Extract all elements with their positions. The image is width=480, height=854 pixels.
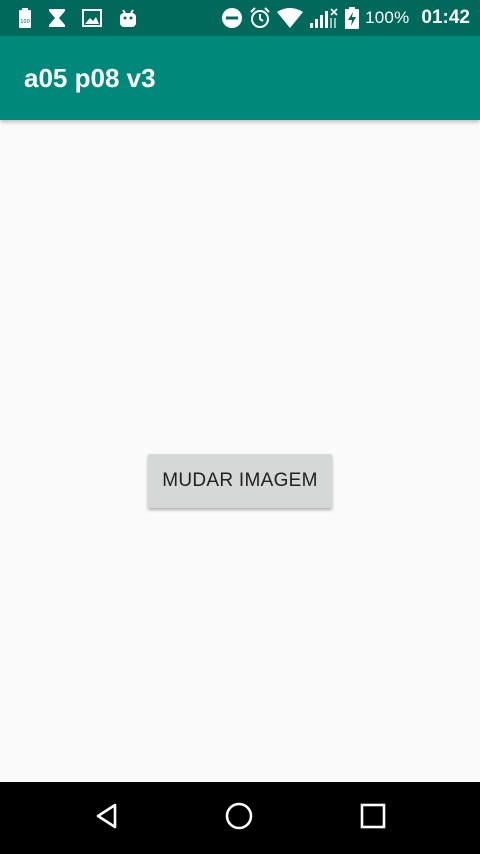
do-not-disturb-icon xyxy=(221,7,243,29)
back-button[interactable] xyxy=(62,782,152,854)
system-status-icons: 100% 01:42 xyxy=(221,0,470,36)
clock: 01:42 xyxy=(421,7,470,28)
battery-percent: 100% xyxy=(365,8,410,27)
wifi-icon xyxy=(277,8,304,28)
navigation-bar xyxy=(0,782,480,854)
home-button[interactable] xyxy=(194,782,284,854)
screen: 100 100% 01:42 a05 p08 v3 MUDAR IMAGEM xyxy=(0,0,480,854)
app-bar: a05 p08 v3 xyxy=(0,36,480,120)
android-icon xyxy=(118,8,138,28)
hourglass-icon xyxy=(48,8,66,28)
battery-100-notification-icon: 100 xyxy=(18,8,32,28)
notification-icons: 100 xyxy=(18,0,138,36)
app-title: a05 p08 v3 xyxy=(24,63,156,93)
change-image-button[interactable]: MUDAR IMAGEM xyxy=(148,454,332,508)
alarm-icon xyxy=(249,7,271,29)
recents-icon xyxy=(360,803,386,834)
image-icon xyxy=(82,9,102,27)
status-bar: 100 100% 01:42 xyxy=(0,0,480,36)
signal-icon xyxy=(309,7,339,29)
svg-text:100: 100 xyxy=(20,19,30,25)
battery-charging-icon xyxy=(345,7,360,29)
back-icon xyxy=(93,802,121,835)
home-icon xyxy=(224,801,254,836)
recents-button[interactable] xyxy=(328,782,418,854)
